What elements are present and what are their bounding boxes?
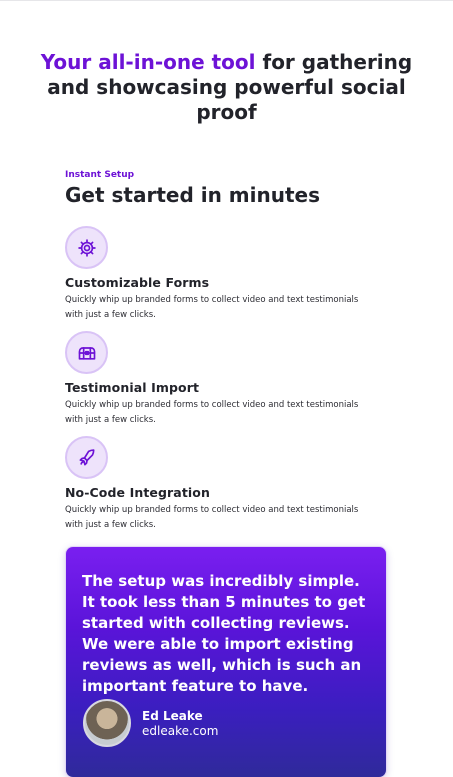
author-website: edleake.com — [142, 723, 219, 738]
feature-title: Customizable Forms — [65, 275, 210, 290]
testimonial-author: Ed Leake edleake.com — [83, 699, 218, 747]
testimonial-card: The setup was incredibly simple. It took… — [66, 547, 386, 777]
feature-testimonial-import: Testimonial Import Quickly whip up brand… — [65, 331, 385, 428]
feature-description: Quickly whip up branded forms to collect… — [65, 505, 359, 530]
avatar — [83, 699, 131, 747]
hero-title-accent: Your all-in-one tool — [40, 50, 256, 74]
feature-title: No-Code Integration — [65, 485, 210, 500]
hero-title: Your all-in-one tool for gathering and s… — [40, 50, 413, 125]
section-title: Get started in minutes — [65, 183, 320, 207]
testimonial-quote: The setup was incredibly simple. It took… — [82, 572, 366, 695]
feature-description: Quickly whip up branded forms to collect… — [65, 295, 359, 320]
author-name: Ed Leake — [142, 708, 203, 723]
feature-customizable-forms: Customizable Forms Quickly whip up brand… — [65, 226, 385, 323]
feature-no-code-integration: No-Code Integration Quickly whip up bran… — [65, 436, 385, 533]
top-divider — [0, 0, 453, 1]
feature-title: Testimonial Import — [65, 380, 200, 395]
author-info: Ed Leake edleake.com — [142, 709, 218, 738]
gear-icon — [65, 226, 108, 269]
section-eyebrow: Instant Setup — [65, 170, 135, 180]
treasure-chest-icon — [65, 331, 108, 374]
feature-description: Quickly whip up branded forms to collect… — [65, 400, 359, 425]
rocket-icon — [65, 436, 108, 479]
